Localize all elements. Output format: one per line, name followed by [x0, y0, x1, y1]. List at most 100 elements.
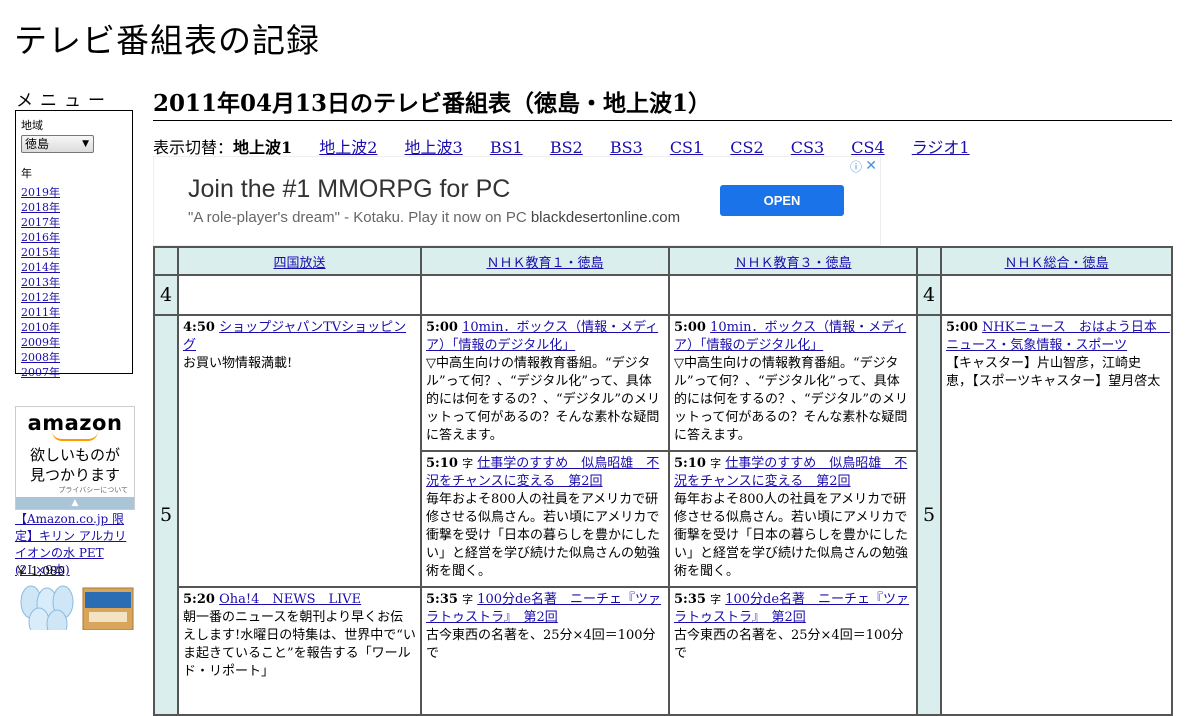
channel-header: ＮＨＫ教育３・徳島: [668, 246, 918, 276]
year-link[interactable]: 2009年: [21, 336, 60, 349]
corner-cell: [153, 246, 179, 276]
year-link[interactable]: 2011年: [21, 306, 60, 319]
expand-arrow-icon[interactable]: ▲: [16, 497, 134, 509]
year-link[interactable]: 2019年: [21, 186, 60, 199]
band-link-bs1[interactable]: BS1: [490, 138, 523, 157]
program-title-link[interactable]: 10min．ボックス（情報・メディア）「情報のデジタル化」: [674, 320, 906, 353]
sidebar-menu: 地域 徳島 ▼ 年 2019年 2018年 2017年 2016年 2015年 …: [15, 110, 133, 379]
region-selected-value: 徳島: [25, 137, 50, 151]
program-cell: 5:00 NHKニュース おはよう日本 ニュース・気象情報・スポーツ 【キャスタ…: [940, 314, 1173, 716]
year-link[interactable]: 2014年: [21, 261, 60, 274]
program-cell: 5:35 字 100分de名著 ニーチェ『ツァラトゥストラ』 第2回 古今東西の…: [668, 586, 918, 716]
corner-cell: [916, 246, 942, 276]
program-time: 4:50: [183, 320, 215, 335]
program-time: 5:00: [946, 320, 978, 335]
hour-label: 5: [916, 314, 942, 716]
year-list: 2019年 2018年 2017年 2016年 2015年 2014年 2013…: [21, 185, 127, 380]
channel-link[interactable]: ＮＨＫ教育１・徳島: [486, 256, 603, 271]
channel-link[interactable]: 四国放送: [273, 256, 325, 271]
empty-slot: [940, 274, 1173, 316]
hour-label: 4: [153, 274, 179, 316]
subtitle-icon: 字: [462, 593, 474, 606]
region-label: 地域: [21, 119, 43, 132]
amazon-ad-message: 見つかります: [29, 466, 120, 484]
amazon-ad-banner[interactable]: amazon 欲しいものが 見つかります プライバシーについて ▲: [15, 406, 135, 510]
program-title-link[interactable]: ショップジャパンTVショッピング: [183, 320, 406, 353]
program-cell: 5:00 10min．ボックス（情報・メディア）「情報のデジタル化」 ▽中高生向…: [420, 314, 670, 452]
year-link[interactable]: 2010年: [21, 321, 60, 334]
program-description: 毎年およそ800人の社員をアメリカで研修させる似鳥さん。若い頃にアメリカで衝撃を…: [674, 492, 909, 579]
hour-label: 5: [153, 314, 179, 716]
year-link[interactable]: 2013年: [21, 276, 60, 289]
channel-link[interactable]: ＮＨＫ教育３・徳島: [734, 256, 851, 271]
channel-header: ＮＨＫ教育１・徳島: [420, 246, 670, 276]
program-time: 5:00: [426, 320, 458, 335]
subtitle-icon: 字: [710, 593, 722, 606]
ad-headline[interactable]: Join the #1 MMORPG for PC: [188, 175, 510, 204]
ad-close-icon[interactable]: ✕: [865, 157, 877, 174]
band-link-bs3[interactable]: BS3: [610, 138, 643, 157]
ad-info-icon[interactable]: ⓘ: [850, 158, 862, 175]
product-price: ￥ 1,080: [15, 564, 66, 578]
menu-heading: メニュー: [16, 91, 112, 111]
subtitle-icon: 字: [462, 457, 474, 470]
band-link-bs2[interactable]: BS2: [550, 138, 583, 157]
program-cell: 5:10 字 仕事学のすすめ 似鳥昭雄 不況をチャンスに変える 第2回 毎年およ…: [420, 450, 670, 588]
program-time: 5:35: [426, 592, 458, 607]
band-link-cs2[interactable]: CS2: [730, 138, 763, 157]
band-link-cs1[interactable]: CS1: [670, 138, 703, 157]
band-link-cs4[interactable]: CS4: [851, 138, 884, 157]
band-link-radio1[interactable]: ラジオ1: [912, 138, 970, 157]
current-band: 地上波1: [233, 138, 293, 157]
program-description: 朝一番のニュースを朝刊より早くお伝えします!水曜日の特集は、世界中で“いま起きて…: [183, 610, 416, 679]
ad-open-button[interactable]: OPEN: [720, 185, 844, 216]
program-title-link[interactable]: 仕事学のすすめ 似鳥昭雄 不況をチャンスに変える 第2回: [674, 456, 907, 489]
ad-description: "A role-player's dream" - Kotaku. Play i…: [188, 209, 680, 226]
tv-schedule-table: 四国放送 ＮＨＫ教育１・徳島 ＮＨＫ教育３・徳島 ＮＨＫ総合・徳島 4 4 5 …: [153, 246, 1173, 716]
empty-slot: [177, 274, 422, 316]
band-link-terrestrial2[interactable]: 地上波2: [319, 138, 377, 157]
channel-link[interactable]: ＮＨＫ総合・徳島: [1004, 256, 1108, 271]
program-time: 5:10: [674, 456, 706, 471]
year-link[interactable]: 2017年: [21, 216, 60, 229]
program-title-link[interactable]: 10min．ボックス（情報・メディア）「情報のデジタル化」: [426, 320, 658, 353]
amazon-ad-message: 欲しいものが: [29, 446, 120, 464]
program-cell: 4:50 ショップジャパンTVショッピング お買い物情報満載!: [177, 314, 422, 588]
program-cell: 5:10 字 仕事学のすすめ 似鳥昭雄 不況をチャンスに変える 第2回 毎年およ…: [668, 450, 918, 588]
program-time: 5:20: [183, 592, 215, 607]
empty-slot: [420, 274, 670, 316]
band-link-terrestrial3[interactable]: 地上波3: [405, 138, 463, 157]
site-title: テレビ番組表の記録: [14, 21, 320, 60]
display-ad[interactable]: Join the #1 MMORPG for PC "A role-player…: [153, 156, 881, 246]
program-description: ▽中高生向けの情報教育番組。“デジタル”って何？、“デジタル化”って、具体的には…: [674, 356, 909, 443]
privacy-link[interactable]: プライバシーについて: [58, 485, 128, 495]
year-link[interactable]: 2016年: [21, 231, 60, 244]
program-time: 5:35: [674, 592, 706, 607]
program-description: お買い物情報満載!: [183, 356, 293, 371]
product-image[interactable]: [17, 582, 135, 630]
program-description: 毎年およそ800人の社員をアメリカで研修させる似鳥さん。若い頃にアメリカで衝撃を…: [426, 492, 661, 579]
program-time: 5:10: [426, 456, 458, 471]
year-link[interactable]: 2012年: [21, 291, 60, 304]
band-switcher: 表示切替：地上波1 地上波2 地上波3 BS1 BS2 BS3 CS1 CS2 …: [153, 134, 970, 158]
program-cell: 5:20 Oha!4 NEWS LIVE 朝一番のニュースを朝刊より早くお伝えし…: [177, 586, 422, 716]
channel-header: 四国放送: [177, 246, 422, 276]
year-link[interactable]: 2007年: [21, 366, 60, 379]
program-title-link[interactable]: NHKニュース おはよう日本 ニュース・気象情報・スポーツ: [946, 320, 1170, 353]
switcher-label: 表示切替：: [153, 138, 234, 157]
year-label: 年: [21, 167, 32, 180]
band-link-cs3[interactable]: CS3: [791, 138, 824, 157]
ad-description-text: "A role-player's dream" - Kotaku. Play i…: [188, 209, 527, 226]
year-link[interactable]: 2015年: [21, 246, 60, 259]
program-title-link[interactable]: Oha!4 NEWS LIVE: [219, 592, 361, 607]
page-title: 2011年04月13日のテレビ番組表（徳島・地上波1）: [153, 84, 1172, 121]
program-cell: 5:00 10min．ボックス（情報・メディア）「情報のデジタル化」 ▽中高生向…: [668, 314, 918, 452]
dropdown-caret-icon: ▼: [82, 139, 89, 149]
program-title-link[interactable]: 仕事学のすすめ 似鳥昭雄 不況をチャンスに変える 第2回: [426, 456, 659, 489]
program-cell: 5:35 字 100分de名著 ニーチェ『ツァラトゥストラ』 第2回 古今東西の…: [420, 586, 670, 716]
year-link[interactable]: 2018年: [21, 201, 60, 214]
year-link[interactable]: 2008年: [21, 351, 60, 364]
program-description: 古今東西の名著を、25分×4回＝100分で: [426, 628, 656, 661]
region-select[interactable]: 徳島 ▼: [21, 135, 94, 153]
hour-label: 4: [916, 274, 942, 316]
